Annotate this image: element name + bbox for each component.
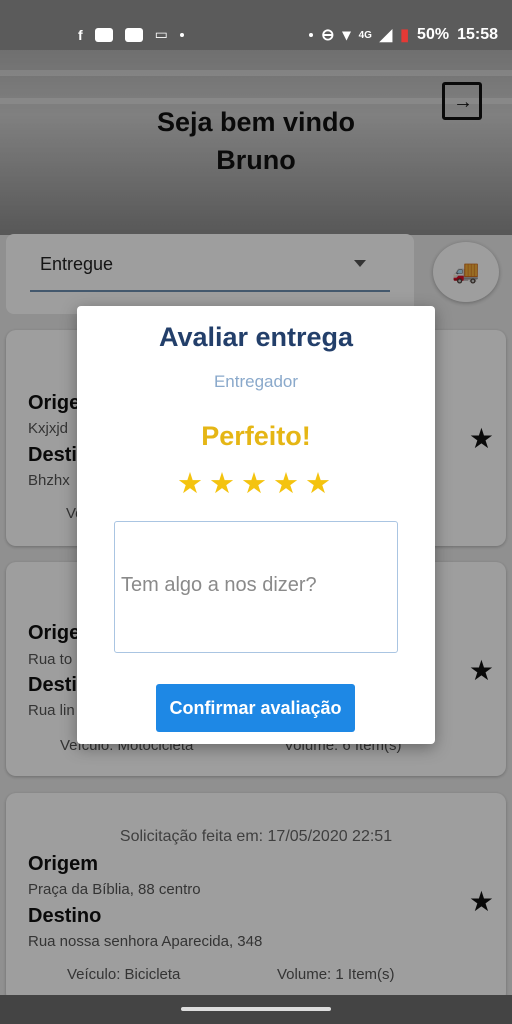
youtube-icon	[94, 27, 113, 42]
status-bar: f ▭ ⊖ ▾ 4G ◢ ▮ 50% 15:58	[0, 0, 512, 50]
signal-icon: ◢	[379, 27, 393, 44]
system-navigation-bar	[0, 995, 512, 1024]
star-icon[interactable]: ★	[241, 466, 267, 501]
star-rating[interactable]: ★ ★ ★ ★ ★	[177, 466, 331, 501]
clock: 15:58	[457, 26, 498, 43]
home-gesture-handle[interactable]	[181, 1007, 331, 1011]
star-icon[interactable]: ★	[209, 466, 235, 501]
dialog-subtitle: Entregador	[213, 372, 299, 391]
battery-level: 50%	[417, 26, 450, 43]
confirm-rating-button[interactable]: Confirmar avaliação	[156, 684, 355, 732]
facebook-icon: f	[78, 26, 83, 43]
rating-label: Perfeito!	[201, 421, 311, 451]
laptop-icon: ▭	[154, 26, 168, 42]
star-icon[interactable]: ★	[177, 466, 203, 501]
comment-input[interactable]	[114, 521, 398, 653]
notification-dot-icon	[179, 32, 184, 37]
dialog-title: Avaliar entrega	[158, 322, 354, 352]
star-icon[interactable]: ★	[273, 466, 299, 501]
battery-icon: ▮	[400, 27, 410, 44]
notification-dot-icon	[309, 33, 314, 37]
star-icon[interactable]: ★	[305, 466, 331, 501]
do-not-disturb-icon: ⊖	[321, 27, 335, 44]
rating-dialog: Avaliar entrega Entregador Perfeito! ★ ★…	[77, 306, 435, 744]
network-type: 4G	[358, 29, 372, 41]
wifi-icon: ▾	[342, 27, 351, 44]
youtube-icon	[124, 27, 143, 42]
